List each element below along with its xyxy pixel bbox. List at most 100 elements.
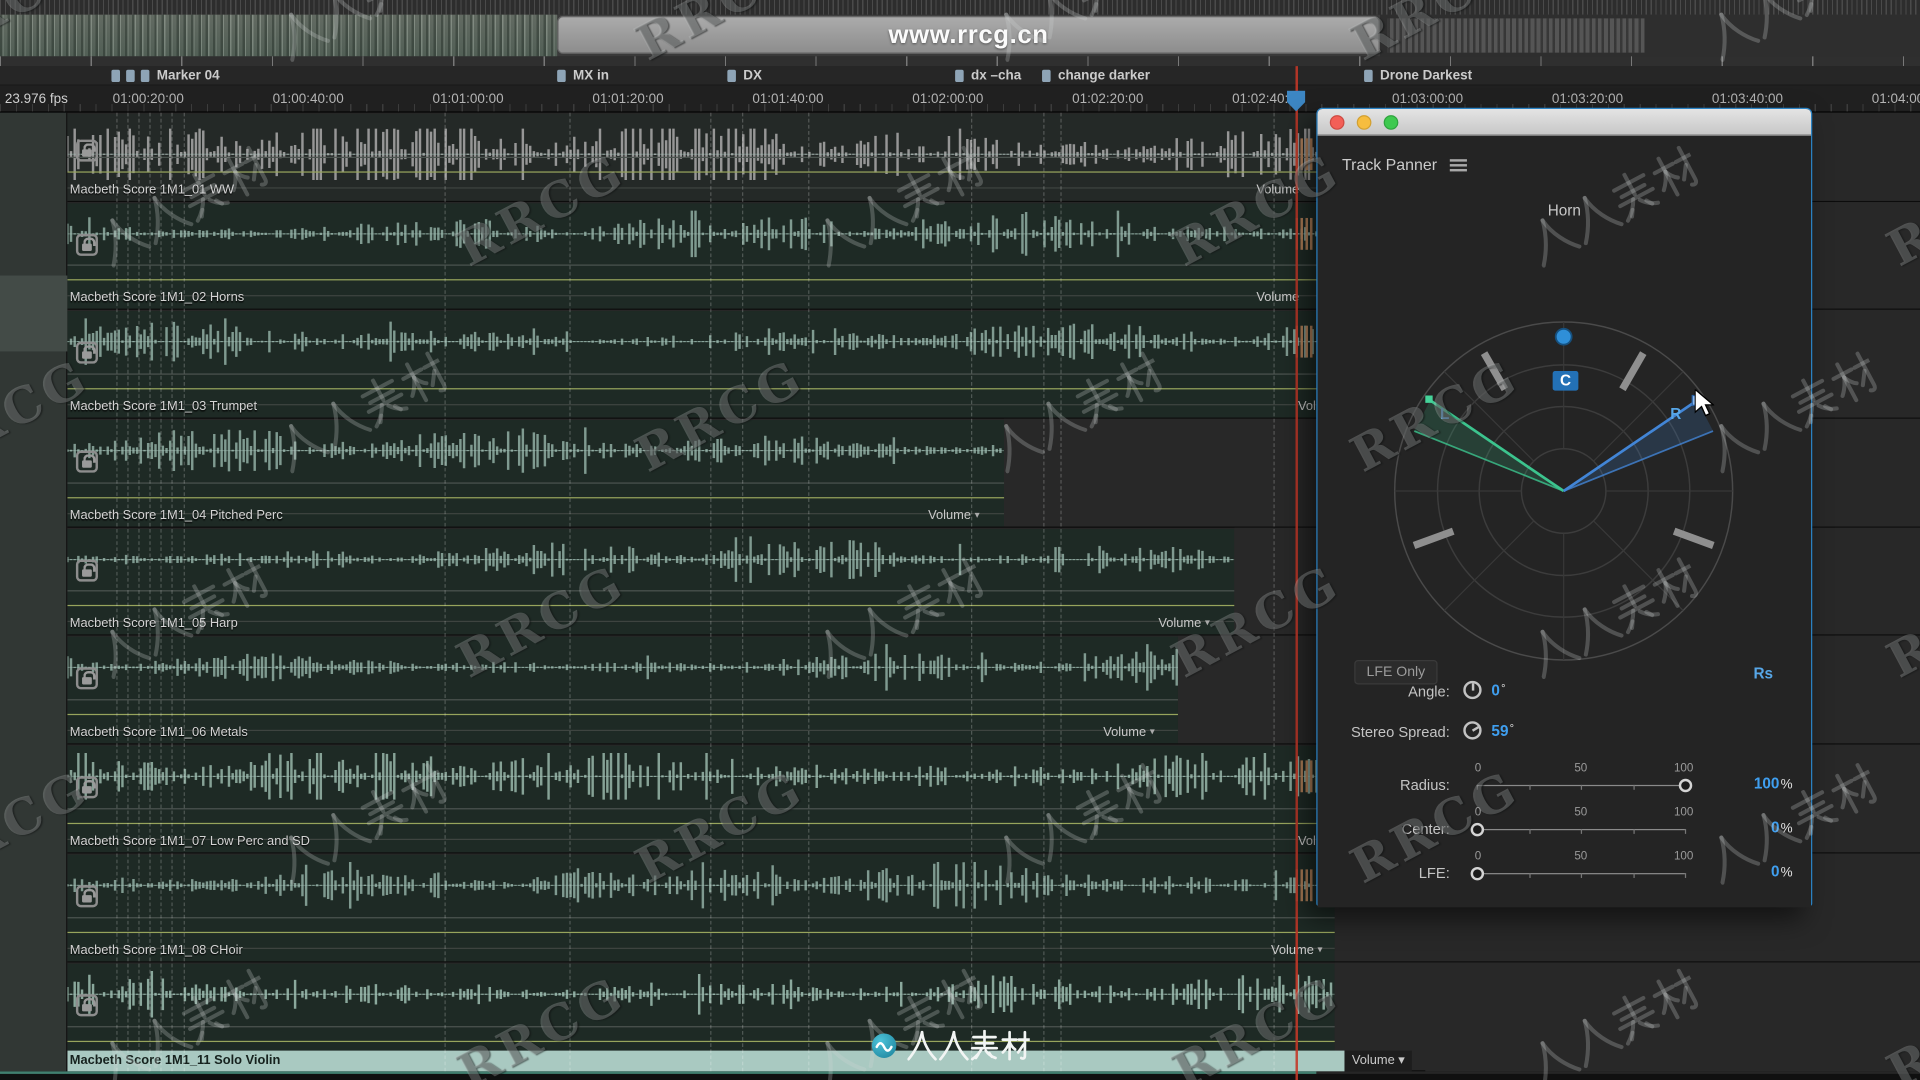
slider-scale-label: 0 (1474, 849, 1482, 864)
timecode-tick: 01:00:20:00 (112, 91, 184, 107)
lock-icon[interactable] (75, 776, 98, 799)
slider-scale-label: 100 (1673, 805, 1694, 820)
grid-marker-line (183, 112, 185, 1072)
marker-flag-icon[interactable] (126, 69, 135, 83)
slider-tickmark (1580, 873, 1583, 878)
window-titlebar[interactable] (1317, 108, 1812, 136)
lock-icon[interactable] (75, 341, 98, 364)
speaker-center-label[interactable]: C (1552, 371, 1579, 391)
marker-flag-icon[interactable] (1042, 69, 1051, 83)
surround-field[interactable]: L C R Ls Rs (1318, 222, 1814, 700)
grid-marker-line (1060, 112, 1062, 1072)
overview-row: www.rrcg.cn (0, 14, 1920, 57)
slider-track[interactable] (1476, 828, 1687, 834)
marker-flag-icon[interactable] (955, 69, 964, 83)
audio-clip[interactable] (67, 854, 1335, 962)
slider-knob[interactable] (1470, 866, 1484, 880)
slider-scale-label: 50 (1574, 805, 1588, 820)
slider-scale-label: 50 (1574, 761, 1588, 776)
angle-dial-icon[interactable] (1463, 680, 1482, 700)
lock-icon[interactable] (75, 233, 98, 256)
slider-knob[interactable] (1470, 822, 1484, 836)
lane-divider-line (67, 1026, 1335, 1028)
angle-value[interactable]: 0° (1491, 682, 1505, 699)
playhead-line[interactable] (1295, 66, 1298, 1080)
lane-divider-line (67, 295, 1335, 297)
volume-automation-line[interactable] (67, 1040, 1335, 1043)
marker-flag-icon[interactable] (727, 69, 736, 83)
marker-flag-icon[interactable] (557, 69, 566, 83)
volume-automation-line[interactable] (67, 713, 1178, 716)
lock-icon[interactable] (75, 559, 98, 582)
audio-clip[interactable] (67, 203, 1335, 309)
slider-tickmark (1632, 828, 1635, 834)
marker-label[interactable]: MX in (573, 69, 609, 84)
slider-track[interactable] (1476, 784, 1687, 790)
timecode-tick: 01:03:00:00 (1391, 91, 1464, 107)
volume-selector[interactable]: Volume (1256, 290, 1299, 305)
volume-automation-line[interactable] (67, 279, 1335, 281)
marker-row[interactable]: Marker 04 MX in DX dx –cha change darker Dron… (0, 66, 1920, 86)
slider-tickmark (1632, 873, 1635, 878)
slider-row: Center: 0 50 100 0% (1318, 802, 1811, 844)
stereo-spread-row: Stereo Spread: 59° (1318, 718, 1811, 747)
volume-automation-line[interactable] (67, 497, 1005, 499)
track-header-column (0, 112, 68, 1072)
volume-selector[interactable]: Volume (1256, 182, 1299, 197)
volume-automation-line[interactable] (67, 604, 1235, 607)
volume-automation-line[interactable] (67, 388, 1335, 390)
slider-track[interactable] (1476, 873, 1687, 878)
angle-row: Angle: 0° (1318, 677, 1811, 706)
framerate-label: 23.976 fps (4, 91, 68, 107)
minimize-button[interactable] (1356, 115, 1372, 130)
lock-icon[interactable] (75, 994, 98, 1017)
marker-flag-icon[interactable] (111, 69, 120, 83)
stereo-spread-value[interactable]: 59° (1491, 722, 1514, 739)
slider-value[interactable]: 0% (1722, 819, 1793, 836)
viewport: www.rrcg.cn Marker 04 MX in DX dx –cha chang… (0, 0, 1920, 1080)
grid-marker-line (116, 112, 118, 1072)
volume-automation-line[interactable] (67, 822, 1335, 825)
marker-flag-icon[interactable] (140, 69, 150, 83)
slider-tickmark (1528, 828, 1530, 834)
volume-selector[interactable]: Volume ▾ (1344, 1050, 1413, 1072)
slider-value[interactable]: 100% (1722, 775, 1793, 792)
volume-automation-line[interactable] (67, 171, 1335, 173)
timecode-tick: 01:03:40:00 (1711, 91, 1784, 107)
marker-flag-icon[interactable] (1364, 69, 1373, 83)
volume-automation-line[interactable] (67, 931, 1335, 934)
panel-menu-icon[interactable] (1449, 159, 1467, 172)
lock-icon[interactable] (75, 667, 98, 690)
speaker-left-label[interactable]: L (1440, 405, 1449, 422)
volume-selector[interactable]: Volume ▾ (1158, 616, 1209, 631)
stereo-spread-dial-icon[interactable] (1463, 721, 1482, 740)
track-row: Macbeth Score 1M1_11 Solo Violin Volume ▾ (0, 962, 1920, 1072)
grid-marker-line (1043, 112, 1045, 1072)
slider-scale-label: 0 (1474, 805, 1482, 820)
marker-label[interactable]: DX (743, 69, 762, 84)
marker-label[interactable]: change darker (1058, 69, 1150, 84)
zoom-button[interactable] (1383, 115, 1399, 130)
grid-marker-line (1273, 112, 1275, 1072)
speaker-right-label[interactable]: R (1670, 405, 1681, 422)
marker-label[interactable]: Marker 04 (157, 69, 220, 84)
panel-title: Track Panner (1342, 155, 1438, 174)
marker-label[interactable]: dx –cha (971, 69, 1021, 84)
audio-clip[interactable] (67, 528, 1235, 635)
slider-value[interactable]: 0% (1722, 863, 1793, 880)
lock-icon[interactable] (75, 139, 98, 162)
grid-marker-line (171, 112, 173, 1072)
marker-label[interactable]: Drone Darkest (1380, 69, 1472, 84)
slider-knob[interactable] (1678, 778, 1692, 792)
audio-clip[interactable] (67, 963, 1335, 1051)
lock-icon[interactable] (75, 450, 98, 473)
volume-selector[interactable]: Volume ▾ (1103, 725, 1154, 740)
lock-icon[interactable] (75, 885, 98, 908)
audio-clip[interactable] (67, 311, 1335, 418)
close-button[interactable] (1329, 115, 1345, 130)
selected-track-name-bar[interactable]: Macbeth Score 1M1_11 Solo Violin (67, 1050, 1345, 1072)
slider-tickmark (1476, 784, 1478, 790)
lane-divider-line (67, 264, 1335, 266)
timecode-tick: 01:02:00:00 (912, 91, 984, 107)
lane-divider-line (67, 404, 1335, 406)
